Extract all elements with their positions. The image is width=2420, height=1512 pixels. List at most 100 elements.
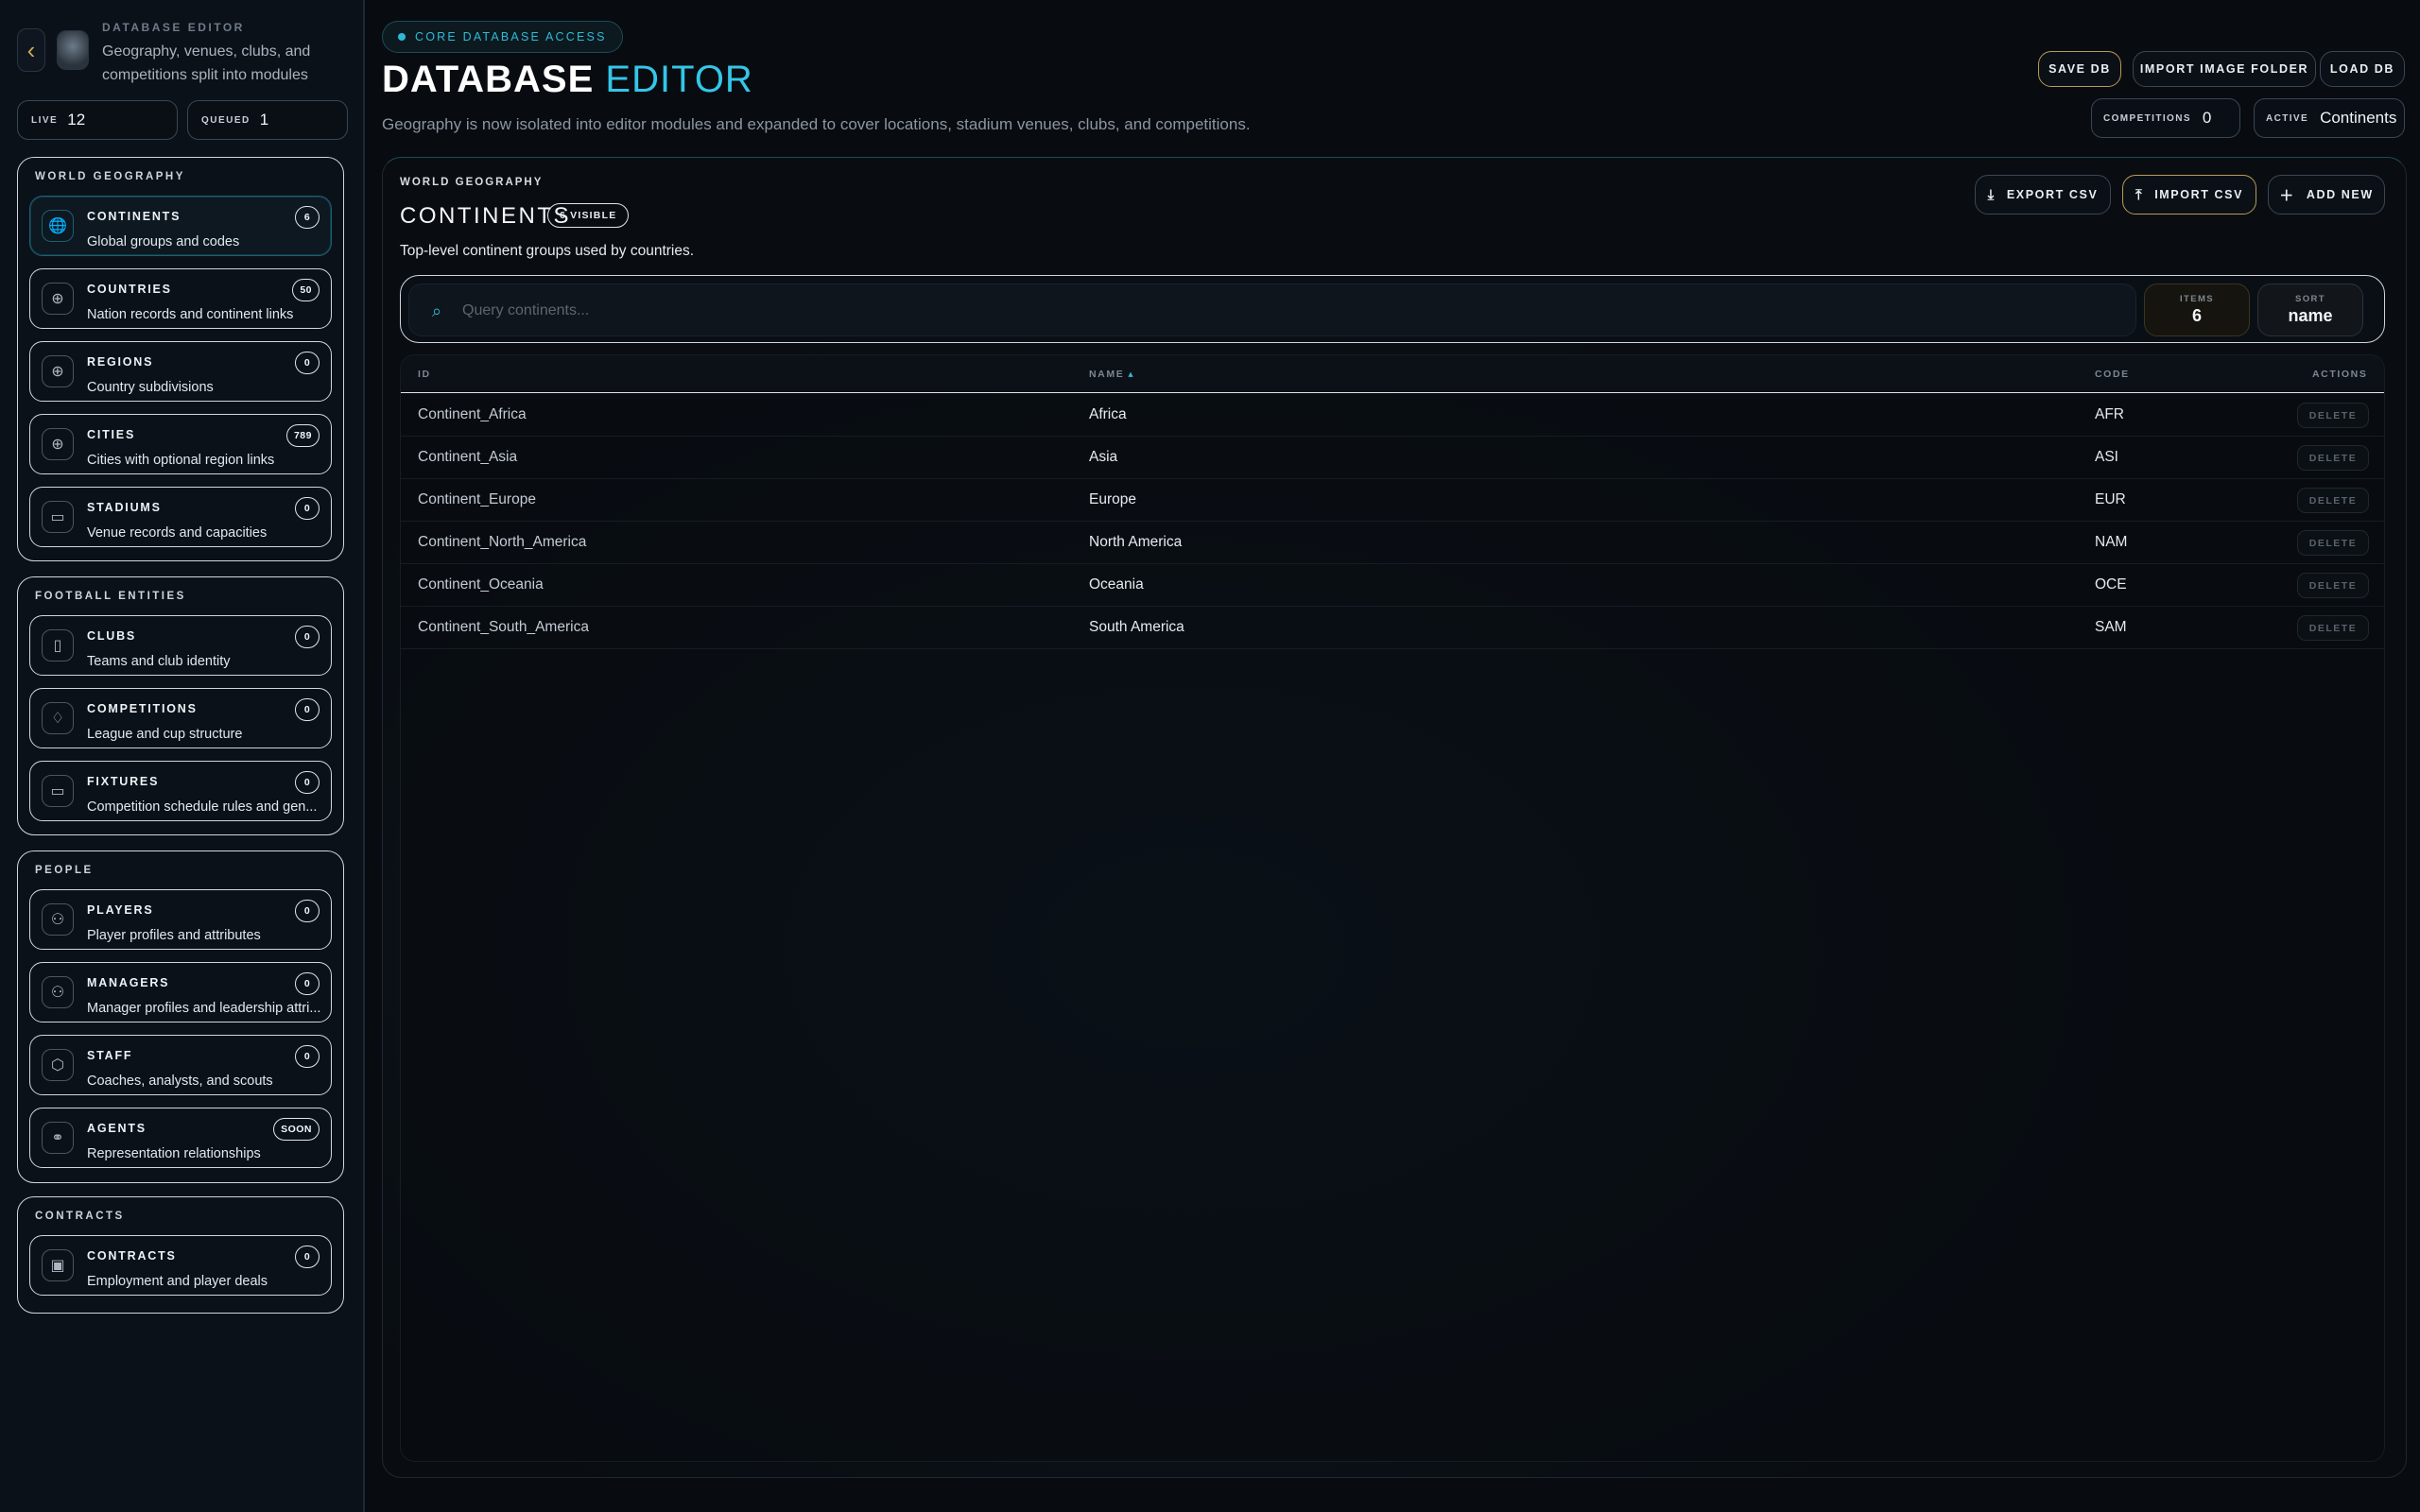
sidebar-header: ‹ DATABASE EDITOR Geography, venues, clu…: [17, 21, 350, 85]
handshake-icon: ⚭: [42, 1122, 74, 1154]
cell-id: Continent_Africa: [418, 406, 527, 422]
import-csv-label: IMPORT CSV: [2154, 188, 2244, 201]
sidebar-item-clubs[interactable]: ▯ CLUBS Teams and club identity 0: [29, 615, 332, 676]
sidebar-item-stadiums[interactable]: ▭ STADIUMS Venue records and capacities …: [29, 487, 332, 547]
table-row[interactable]: Continent_Asia Asia ASI DELETE: [401, 437, 2384, 479]
add-new-button[interactable]: ＋ ADD NEW: [2268, 175, 2385, 215]
avatar: [57, 30, 89, 70]
sidebar-item-sub: Player profiles and attributes: [87, 928, 261, 943]
sidebar-item-sub: Cities with optional region links: [87, 453, 275, 468]
sidebar-item-managers[interactable]: ⚇ MANAGERS Manager profiles and leadersh…: [29, 962, 332, 1022]
page-title-accent: EDITOR: [605, 59, 753, 100]
sidebar-item-competitions[interactable]: ♢ COMPETITIONS League and cup structure …: [29, 688, 332, 748]
group-world-geography: WORLD GEOGRAPHY 🌐 CONTINENTS Global grou…: [17, 157, 344, 561]
cell-name: Asia: [1089, 449, 1118, 465]
table-row[interactable]: Continent_South_America South America SA…: [401, 607, 2384, 649]
sidebar-description: Geography, venues, clubs, and competitio…: [102, 43, 311, 83]
save-db-button[interactable]: SAVE DB: [2038, 51, 2121, 87]
sidebar-item-label: AGENTS: [87, 1122, 147, 1135]
trophy-icon: ♢: [42, 702, 74, 734]
sidebar: ‹ DATABASE EDITOR Geography, venues, clu…: [0, 0, 365, 1512]
globe-icon: ⊕: [42, 283, 74, 315]
delete-button[interactable]: DELETE: [2297, 530, 2369, 556]
back-button[interactable]: ‹: [17, 28, 45, 72]
live-value: 12: [67, 111, 86, 129]
items-value: 6: [2191, 306, 2202, 325]
delete-button[interactable]: DELETE: [2297, 403, 2369, 428]
sidebar-item-sub: Competition schedule rules and gen...: [87, 799, 318, 815]
import-csv-button[interactable]: ⤒ IMPORT CSV: [2122, 175, 2256, 215]
table-row[interactable]: Continent_Europe Europe EUR DELETE: [401, 479, 2384, 522]
sidebar-item-sub: Venue records and capacities: [87, 525, 268, 541]
cell-id: Continent_Asia: [418, 449, 518, 465]
sidebar-item-contracts[interactable]: ▣ CONTRACTS Employment and player deals …: [29, 1235, 332, 1296]
import-image-folder-button[interactable]: IMPORT IMAGE FOLDER: [2133, 51, 2316, 87]
page-title: DATABASE EDITOR: [382, 59, 753, 101]
cell-name: Africa: [1089, 406, 1127, 422]
column-header-name[interactable]: NAME ▴: [1089, 369, 1134, 380]
sidebar-item-label: PLAYERS: [87, 903, 154, 917]
page-subtitle: Geography is now isolated into editor mo…: [382, 115, 1251, 133]
sidebar-item-sub: Country subdivisions: [87, 380, 214, 395]
table-row[interactable]: Continent_Oceania Oceania OCE DELETE: [401, 564, 2384, 607]
group-title: WORLD GEOGRAPHY: [35, 171, 185, 182]
sidebar-item-staff[interactable]: ⬡ STAFF Coaches, analysts, and scouts 0: [29, 1035, 332, 1095]
sidebar-item-continents[interactable]: 🌐 CONTINENTS Global groups and codes 6: [29, 196, 332, 256]
column-header-actions: ACTIONS: [2312, 369, 2368, 380]
cell-id: Continent_Europe: [418, 491, 536, 507]
active-value: Continents: [2320, 109, 2397, 127]
group-football-entities: FOOTBALL ENTITIES ▯ CLUBS Teams and club…: [17, 576, 344, 835]
cell-code: AFR: [2095, 406, 2124, 422]
add-new-label: ADD NEW: [2306, 188, 2374, 201]
load-db-button[interactable]: LOAD DB: [2320, 51, 2405, 87]
cell-name: South America: [1089, 619, 1184, 635]
sidebar-item-cities[interactable]: ⊕ CITIES Cities with optional region lin…: [29, 414, 332, 474]
sidebar-item-agents[interactable]: ⚭ AGENTS Representation relationships SO…: [29, 1108, 332, 1168]
sidebar-item-label: FIXTURES: [87, 775, 160, 788]
count-badge: 0: [295, 626, 320, 648]
items-label: ITEMS: [2179, 294, 2215, 304]
sidebar-eyebrow: DATABASE EDITOR: [102, 21, 245, 34]
count-badge: 6: [295, 206, 320, 229]
globe-icon: ⊕: [42, 355, 74, 387]
cell-id: Continent_Oceania: [418, 576, 544, 593]
count-badge: 789: [285, 424, 320, 447]
sidebar-item-label: CONTRACTS: [87, 1249, 177, 1263]
table-row[interactable]: Continent_North_America North America NA…: [401, 522, 2384, 564]
editor-panel: WORLD GEOGRAPHY CONTINENTS 6 VISIBLE Top…: [382, 157, 2407, 1478]
cell-name: Oceania: [1089, 576, 1144, 593]
visible-count-badge: 6 VISIBLE: [547, 203, 630, 228]
active-label: ACTIVE: [2266, 112, 2309, 124]
queued-stat: QUEUED 1: [187, 100, 348, 140]
search-field[interactable]: ⌕: [408, 284, 2136, 336]
briefcase-icon: ▣: [42, 1249, 74, 1281]
cell-code: SAM: [2095, 619, 2127, 635]
column-header-code[interactable]: CODE: [2095, 369, 2130, 380]
sidebar-item-regions[interactable]: ⊕ REGIONS Country subdivisions 0: [29, 341, 332, 402]
sort-stat[interactable]: SORT name: [2257, 284, 2363, 336]
cell-code: ASI: [2095, 449, 2118, 465]
core-access-label: CORE DATABASE ACCESS: [415, 30, 607, 43]
delete-button[interactable]: DELETE: [2297, 615, 2369, 641]
search-input[interactable]: [462, 294, 2107, 328]
table-header: ID NAME ▴ CODE ACTIONS: [401, 355, 2384, 393]
column-header-id[interactable]: ID: [418, 369, 431, 380]
plus-icon: ＋: [2279, 187, 2295, 204]
cell-id: Continent_North_America: [418, 534, 587, 550]
queued-label: QUEUED: [201, 114, 251, 126]
delete-button[interactable]: DELETE: [2297, 488, 2369, 513]
sidebar-item-label: COMPETITIONS: [87, 702, 198, 715]
sidebar-item-sub: Employment and player deals: [87, 1274, 268, 1289]
sidebar-item-fixtures[interactable]: ▭ FIXTURES Competition schedule rules an…: [29, 761, 332, 821]
page-title-main: DATABASE: [382, 59, 595, 100]
group-title: FOOTBALL ENTITIES: [35, 591, 186, 602]
sidebar-item-sub: Teams and club identity: [87, 654, 231, 669]
table-row[interactable]: Continent_Africa Africa AFR DELETE: [401, 394, 2384, 437]
export-csv-label: EXPORT CSV: [2006, 188, 2099, 201]
delete-button[interactable]: DELETE: [2297, 573, 2369, 598]
sidebar-item-countries[interactable]: ⊕ COUNTRIES Nation records and continent…: [29, 268, 332, 329]
group-people: PEOPLE ⚇ PLAYERS Player profiles and att…: [17, 850, 344, 1183]
delete-button[interactable]: DELETE: [2297, 445, 2369, 471]
export-csv-button[interactable]: ⤓ EXPORT CSV: [1975, 175, 2111, 215]
sidebar-item-players[interactable]: ⚇ PLAYERS Player profiles and attributes…: [29, 889, 332, 950]
